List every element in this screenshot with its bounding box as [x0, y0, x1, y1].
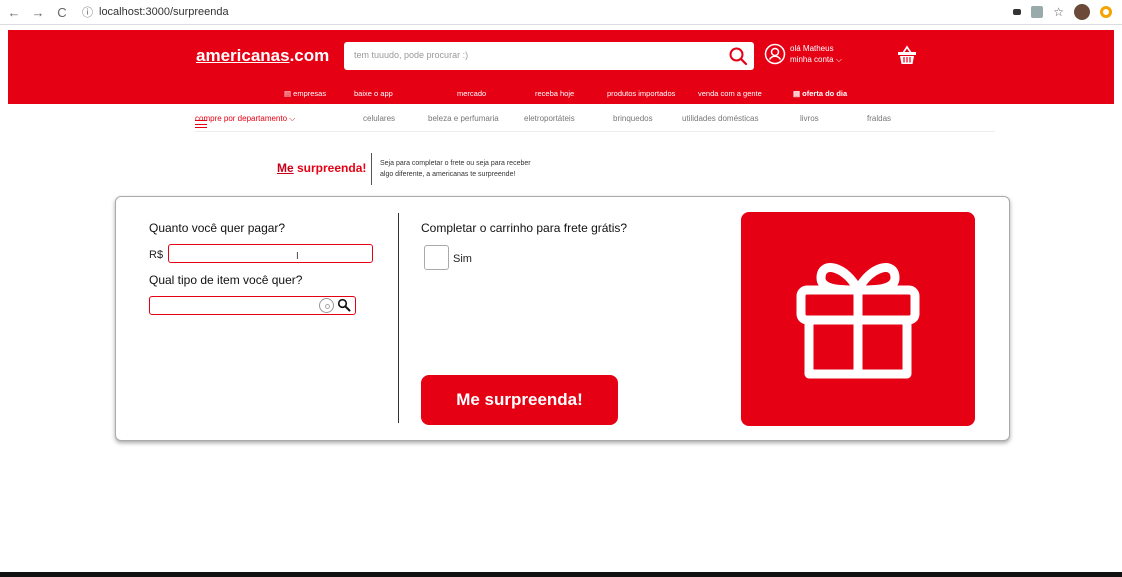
translate-icon[interactable] [1031, 6, 1044, 18]
browser-toolbar: ← → C ⓘ localhost:3000/surpreenda ☆ [0, 0, 1122, 25]
nav-venda-com-a-gente[interactable]: venda com a gente [698, 89, 762, 98]
page-title: Me surpreenda! [277, 161, 367, 175]
extension-icon[interactable] [1013, 9, 1022, 15]
site-header: americanas.com tem tuuudo, pode procurar… [8, 30, 1114, 104]
checkbox-label: Sim [453, 253, 472, 265]
americanas-logo[interactable]: americanas.com [196, 46, 329, 66]
column-divider [398, 213, 399, 423]
price-field[interactable] [168, 244, 373, 263]
address-bar[interactable]: localhost:3000/surpreenda [99, 6, 229, 18]
search-input[interactable]: tem tuuudo, pode procurar :) [344, 42, 754, 70]
nav-receba-hoje[interactable]: receba hoje [535, 89, 574, 98]
user-icon [764, 43, 786, 65]
account-menu[interactable]: olá Matheus minha conta ⌵ [764, 43, 842, 65]
currency-label: R$ [149, 249, 164, 261]
nav-produtos-importados[interactable]: produtos importados [607, 89, 675, 98]
item-type-label: Qual tipo de item você quer? [149, 273, 303, 287]
forward-icon[interactable]: → [28, 5, 48, 20]
department-nav: compre por departamento ⌵ celulares bele… [195, 108, 995, 132]
cart-label: Completar o carrinho para frete grátis? [421, 221, 628, 235]
dept-item[interactable]: beleza e perfumaria [428, 114, 499, 123]
reload-icon[interactable]: C [52, 5, 72, 20]
page-description: Seja para completar o frete ou seja para… [380, 160, 531, 178]
surprise-button[interactable]: Me surpreenda! [421, 375, 618, 425]
back-icon[interactable]: ← [4, 5, 24, 20]
nav-baixe-app[interactable]: baixe o app [354, 89, 393, 98]
dept-item[interactable]: brinquedos [613, 114, 653, 123]
brand-divider [371, 153, 372, 185]
site-info-icon[interactable]: ⓘ [82, 4, 93, 20]
chevron-down-icon: ⌵ [835, 55, 842, 64]
extension-circle-icon[interactable] [1100, 6, 1112, 18]
departments-menu[interactable]: compre por departamento ⌵ [195, 114, 295, 128]
nav-mercado[interactable]: mercado [457, 89, 486, 98]
free-shipping-checkbox[interactable] [424, 245, 449, 270]
basket-icon[interactable] [896, 44, 918, 66]
dept-item[interactable]: utilidades domésticas [682, 114, 758, 123]
greeting-text: olá Matheus [790, 44, 834, 53]
clear-icon[interactable] [319, 298, 334, 313]
star-icon[interactable]: ☆ [1053, 5, 1064, 19]
search-icon[interactable] [337, 298, 351, 312]
dept-item[interactable]: celulares [363, 114, 395, 123]
profile-avatar[interactable] [1074, 4, 1090, 20]
hamburger-icon [195, 120, 207, 128]
bottom-edge [0, 572, 1122, 577]
search-icon[interactable] [728, 46, 748, 66]
dept-item[interactable]: eletroportáteis [524, 114, 575, 123]
gift-panel [741, 212, 975, 426]
price-label: Quanto você quer pagar? [149, 221, 286, 235]
surprise-card: Quanto você quer pagar? R$ I Qual tipo d… [115, 196, 1010, 441]
nav-oferta-do-dia[interactable]: ▤ oferta do dia [793, 89, 847, 98]
nav-empresas[interactable]: ▤ empresas [284, 89, 326, 98]
header-sub-nav: ▤ empresas baixe o app mercado receba ho… [8, 86, 1114, 102]
dept-item[interactable]: livros [800, 114, 819, 123]
dept-item[interactable]: fraldas [867, 114, 891, 123]
search-placeholder: tem tuuudo, pode procurar :) [354, 50, 469, 60]
text-cursor-icon: I [296, 251, 299, 262]
account-link[interactable]: minha conta [790, 55, 834, 64]
gift-icon [796, 263, 920, 379]
